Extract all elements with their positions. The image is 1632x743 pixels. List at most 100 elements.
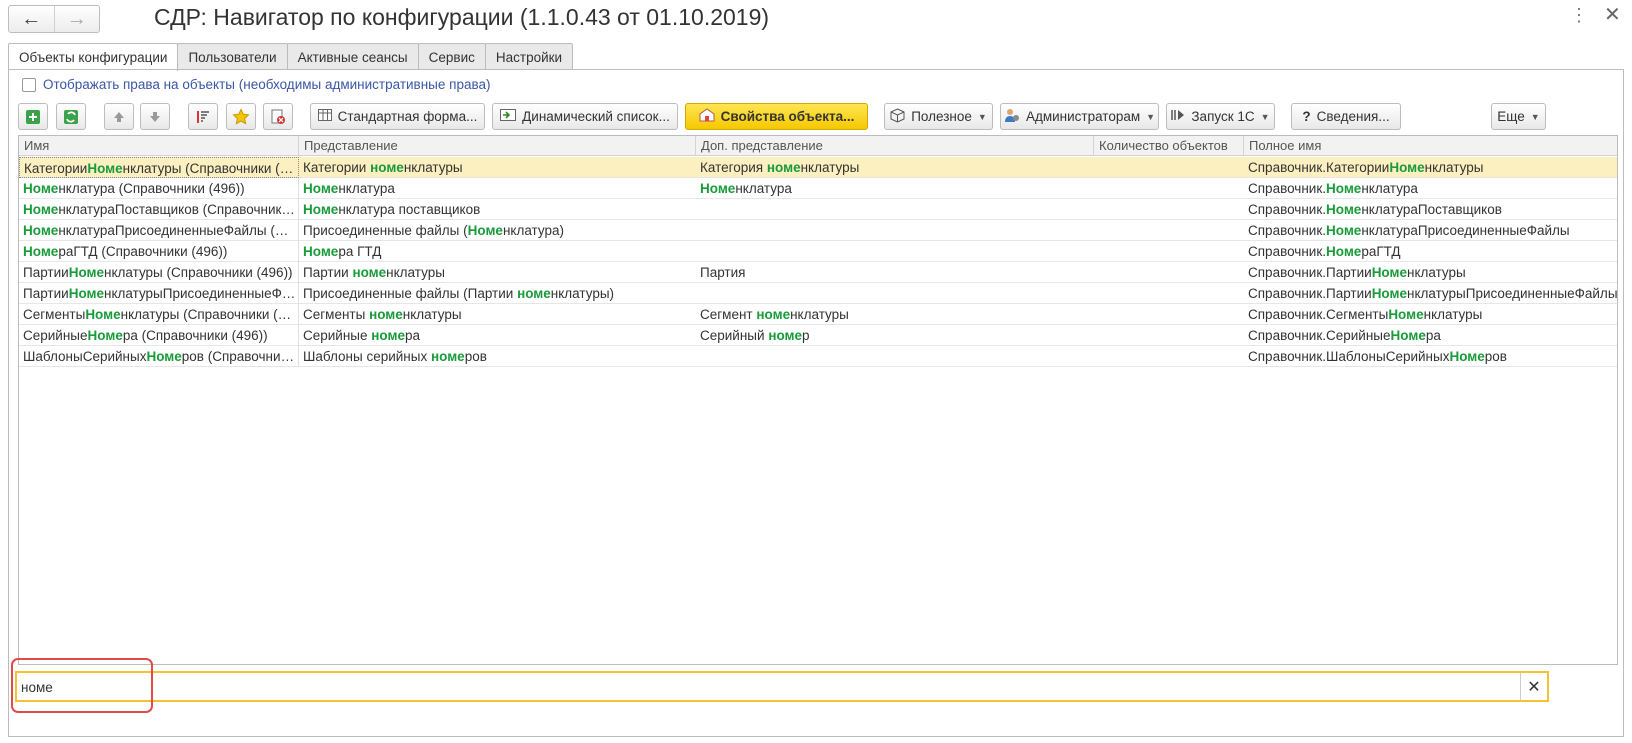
cell-presentation: Присоединенные файлы (Номенклатура): [303, 223, 564, 238]
table-row[interactable]: НоменклатураПрисоединенныеФайлы (Справоч…: [19, 220, 1617, 241]
cell-full-name: Справочник.СегментыНоменклатуры: [1248, 307, 1483, 322]
table-row[interactable]: СерийныеНомера (Справочники (496)) Серийн…: [19, 325, 1617, 346]
sort-list-icon[interactable]: [188, 103, 218, 130]
show-rights-label[interactable]: Отображать права на объекты (необходимы …: [43, 77, 490, 92]
search-match-highlight: Номе: [85, 307, 121, 322]
close-icon[interactable]: ✕: [1604, 5, 1621, 25]
column-header-extra-presentation[interactable]: Доп. представление: [696, 136, 1094, 156]
forward-arrow-icon[interactable]: →: [53, 6, 100, 32]
launch-1c-dropdown[interactable]: Запуск 1С ▼: [1166, 103, 1275, 130]
cell-full-name: Справочник.НоменклатураПрисоединенныеФай…: [1248, 223, 1570, 238]
cell-name: ШаблоныСерийныхНомеров (Справочники (496…: [19, 346, 299, 367]
cell-name: СегментыНоменклатуры (Справочники (496)): [19, 304, 299, 325]
nav-buttons: ← →: [8, 5, 100, 33]
search-match-highlight: Номе: [87, 328, 123, 343]
admin-users-icon: [1004, 108, 1020, 126]
column-header-presentation[interactable]: Представление: [299, 136, 696, 156]
show-rights-option[interactable]: Отображать права на объекты (необходимы …: [22, 77, 490, 92]
play-icon: [1171, 109, 1185, 124]
toolbar: Стандартная форма... Динамический список…: [18, 103, 1618, 131]
object-properties-button[interactable]: Свойства объекта...: [685, 103, 868, 130]
show-rights-checkbox[interactable]: [22, 77, 36, 92]
cell-count: [1094, 157, 1244, 178]
table-row[interactable]: КатегорииНоменклатуры (Справочники (496)…: [19, 157, 1617, 178]
dynamic-list-button[interactable]: Динамический список...: [492, 103, 678, 130]
table-row[interactable]: Номенклатура (Справочники (496)) Номенкла…: [19, 178, 1617, 199]
add-object-icon[interactable]: [18, 103, 48, 130]
cell-count: [1094, 178, 1244, 199]
tab-active-sessions[interactable]: Активные сеансы: [286, 43, 419, 70]
title-bar: ← → СДР: Навигатор по конфигурации (1.1.…: [0, 0, 1632, 38]
search-match-highlight: Номе: [303, 202, 339, 217]
chevron-down-icon: ▼: [1146, 111, 1156, 122]
cell-name: НомераГТД (Справочники (496)): [19, 241, 299, 262]
cell-presentation: Номенклатура поставщиков: [303, 202, 481, 217]
move-down-icon[interactable]: [140, 103, 170, 130]
column-header-name[interactable]: Имя: [19, 136, 299, 156]
search-match-highlight: Номе: [467, 223, 503, 238]
cell-extra-presentation: Партия: [700, 265, 746, 280]
search-match-highlight: номе: [766, 160, 801, 175]
search-match-highlight: номе: [430, 349, 465, 364]
cell-presentation: Присоединенные файлы (Партии номенклатур…: [303, 286, 615, 301]
search-match-highlight: Номе: [23, 223, 59, 238]
move-up-icon[interactable]: [104, 103, 134, 130]
search-match-highlight: Номе: [23, 202, 59, 217]
search-match-highlight: Номе: [1371, 265, 1407, 280]
cell-presentation: Категории номенклатуры: [303, 160, 463, 175]
useful-dropdown[interactable]: Полезное ▼: [884, 103, 993, 130]
tab-users[interactable]: Пользователи: [177, 43, 288, 70]
search-match-highlight: Номе: [1388, 307, 1424, 322]
table-row[interactable]: ПартииНоменклатурыПрисоединенныеФайлы (С…: [19, 283, 1618, 304]
search-match-highlight: Номе: [68, 286, 105, 301]
cell-full-name: Справочник.НомераГТД: [1248, 244, 1401, 259]
search-match-highlight: номе: [369, 307, 403, 322]
cell-full-name: Справочник.ПартииНоменклатуры: [1248, 265, 1466, 280]
search-match-highlight: Номе: [1390, 328, 1426, 343]
administrators-dropdown[interactable]: Администраторам ▼: [1000, 103, 1159, 130]
delete-mark-icon[interactable]: [263, 103, 293, 130]
search-match-highlight: номе: [370, 160, 404, 175]
column-header-full-name[interactable]: Полное имя: [1244, 136, 1617, 156]
table-row[interactable]: ПартииНоменклатуры (Справочники (496)) Па…: [19, 262, 1617, 283]
tab-bar: Объекты конфигурации Пользователи Активн…: [8, 43, 574, 71]
search-match-highlight: Номе: [303, 181, 339, 196]
clear-search-icon[interactable]: ✕: [1520, 673, 1547, 700]
search-match-highlight: Номе: [1371, 286, 1407, 301]
search-match-highlight: Номе: [68, 265, 105, 280]
search-match-highlight: Номе: [87, 161, 123, 176]
refresh-icon[interactable]: [56, 103, 86, 130]
tab-settings[interactable]: Настройки: [484, 43, 574, 70]
cell-name: НоменклатураПоставщиков (Справочники (49…: [19, 199, 299, 220]
search-match-highlight: номе: [756, 307, 791, 322]
table-row[interactable]: ШаблоныСерийныхНомеров (Справочники (496…: [19, 346, 1617, 367]
table-header: Имя Представление Доп. представление Кол…: [19, 136, 1617, 156]
info-button[interactable]: ? Сведения...: [1291, 103, 1401, 130]
cell-count: [1094, 346, 1244, 367]
column-header-count[interactable]: Количество объектов: [1094, 136, 1244, 156]
table-row[interactable]: НомераГТД (Справочники (496)) Номера ГТД С…: [19, 241, 1617, 262]
table-row[interactable]: НоменклатураПоставщиков (Справочники (49…: [19, 199, 1617, 220]
more-menu-icon[interactable]: ⋮: [1570, 6, 1588, 24]
search-match-highlight: Номе: [23, 244, 59, 259]
cell-count: [1094, 304, 1244, 325]
cell-full-name: Справочник.ПартииНоменклатурыПрисоединен…: [1248, 286, 1618, 301]
standard-form-button[interactable]: Стандартная форма...: [310, 103, 485, 130]
cell-presentation: Номенклатура: [303, 181, 395, 196]
cell-count: [1094, 262, 1244, 283]
back-arrow-icon[interactable]: ←: [9, 6, 54, 32]
table-row[interactable]: СегментыНоменклатуры (Справочники (496))…: [19, 304, 1617, 325]
chevron-down-icon: ▼: [1260, 111, 1270, 122]
objects-table[interactable]: Имя Представление Доп. представление Кол…: [18, 135, 1618, 665]
tab-service[interactable]: Сервис: [417, 43, 486, 70]
cell-name: Номенклатура (Справочники (496)): [19, 178, 299, 199]
search-match-highlight: Номе: [303, 244, 339, 259]
cell-presentation: Шаблоны серийных номеров: [303, 349, 487, 364]
tab-config-objects[interactable]: Объекты конфигурации: [8, 43, 179, 71]
cell-count: [1094, 199, 1244, 220]
cell-count: [1094, 283, 1244, 304]
more-dropdown[interactable]: Еще ▼: [1491, 103, 1546, 130]
search-input[interactable]: [21, 676, 1501, 698]
favorite-star-icon[interactable]: [226, 103, 256, 130]
cell-name: КатегорииНоменклатуры (Справочники (496)…: [19, 157, 299, 178]
